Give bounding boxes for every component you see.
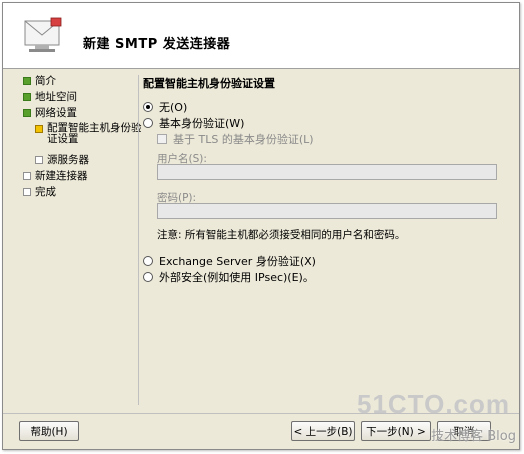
checkbox-icon <box>157 134 167 144</box>
username-field[interactable] <box>157 164 497 180</box>
step-current-icon <box>35 125 43 133</box>
step-complete[interactable]: 完成 <box>23 186 143 201</box>
username-label: 用户名(S): <box>157 153 207 165</box>
blog-watermark: 技术博客 Blog <box>431 429 516 444</box>
wizard-window: 新建 SMTP 发送连接器 简介 地址空间 网络设置 配置智能主机身份验证设置 … <box>2 2 520 450</box>
help-button[interactable]: 帮助(H) <box>19 421 79 441</box>
wizard-steps-nav: 简介 地址空间 网络设置 配置智能主机身份验证设置 源服务器 新建连接器 完成 <box>23 75 143 202</box>
wizard-header: 新建 SMTP 发送连接器 <box>3 3 519 69</box>
password-label: 密码(P): <box>157 192 197 204</box>
step-new-connector[interactable]: 新建连接器 <box>23 170 143 185</box>
step-smart-host-auth[interactable]: 配置智能主机身份验证设置 <box>23 123 143 153</box>
radio-exchange-server-auth[interactable]: Exchange Server 身份验证(X) <box>143 253 503 269</box>
auth-note: 注意: 所有智能主机都必须接受相同的用户名和密码。 <box>157 229 406 241</box>
section-title: 配置智能主机身份验证设置 <box>143 77 275 90</box>
site-watermark: 51CTO.com <box>356 389 510 419</box>
step-intro[interactable]: 简介 <box>23 75 143 90</box>
step-address-space[interactable]: 地址空间 <box>23 91 143 106</box>
step-pending-icon <box>23 172 31 180</box>
mail-server-icon <box>24 17 62 52</box>
radio-unselected-icon <box>143 118 153 128</box>
step-done-icon <box>23 93 31 101</box>
step-network-settings[interactable]: 网络设置 <box>23 107 143 122</box>
nav-divider <box>138 75 139 405</box>
tls-basic-auth-checkbox[interactable]: 基于 TLS 的基本身份验证(L) <box>157 131 503 147</box>
wizard-title: 新建 SMTP 发送连接器 <box>83 37 231 52</box>
password-field[interactable] <box>157 203 497 219</box>
radio-unselected-icon <box>143 272 153 282</box>
step-pending-icon <box>23 188 31 196</box>
step-done-icon <box>23 77 31 85</box>
step-pending-icon <box>35 156 43 164</box>
next-button[interactable]: 下一步(N) > <box>361 421 431 441</box>
radio-selected-icon <box>143 102 153 112</box>
step-source-server[interactable]: 源服务器 <box>23 154 143 169</box>
radio-unselected-icon <box>143 256 153 266</box>
radio-none[interactable]: 无(O) <box>143 99 503 115</box>
radio-basic-auth[interactable]: 基本身份验证(W) <box>143 115 503 131</box>
radio-external-security[interactable]: 外部安全(例如使用 IPsec)(E)。 <box>143 269 503 285</box>
back-button[interactable]: < 上一步(B) <box>291 421 355 441</box>
step-done-icon <box>23 109 31 117</box>
auth-settings-panel: 配置智能主机身份验证设置 无(O) 基本身份验证(W) 基于 TLS 的基本身份… <box>143 75 503 285</box>
